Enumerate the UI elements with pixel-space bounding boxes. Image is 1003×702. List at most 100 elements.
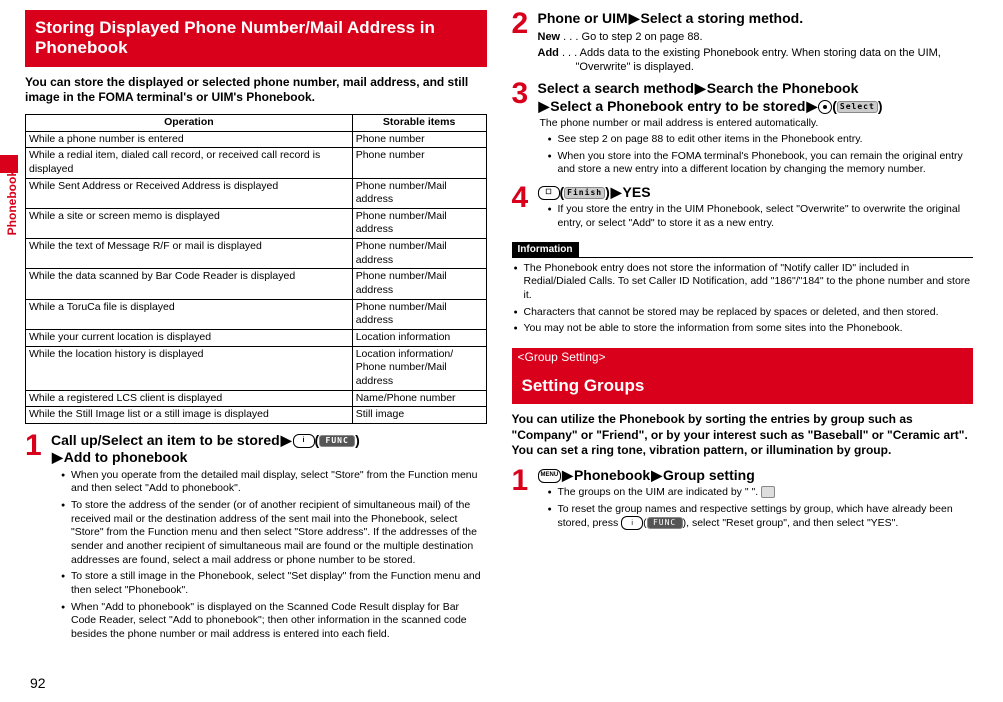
table-row: While a redial item, dialed call record,… — [26, 148, 487, 178]
info-key-icon: i — [293, 434, 315, 448]
table-cell-operation: While a ToruCa file is displayed — [26, 299, 353, 329]
table-cell-operation: While the data scanned by Bar Code Reade… — [26, 269, 353, 299]
step-number: 3 — [512, 80, 534, 180]
arrow-icon: ▶ — [281, 432, 292, 448]
step-notes: If you store the entry in the UIM Phoneb… — [538, 203, 974, 230]
arrow-icon: ▶ — [629, 10, 640, 26]
arrow-icon: ▶ — [562, 467, 573, 483]
information-block: Information The Phonebook entry does not… — [512, 242, 974, 336]
list-item: To store the address of the sender (or o… — [63, 499, 487, 567]
step-4: 4 ☐(Finish)▶YES If you store the entry i… — [512, 184, 974, 234]
arrow-icon: ▶ — [695, 80, 706, 96]
table-cell-operation: While a phone number is entered — [26, 131, 353, 148]
table-cell-storable: Phone number — [352, 131, 486, 148]
group-setting-section: <Group Setting> Setting Groups You can u… — [512, 348, 974, 534]
group-step-title-a: Phonebook — [574, 467, 650, 483]
table-head-storable: Storable items — [352, 114, 486, 131]
arrow-icon: ▶ — [539, 98, 550, 114]
step3-pretext: The phone number or mail address is ente… — [538, 117, 974, 131]
step3-line2a: Select a Phonebook entry to be stored — [550, 98, 805, 114]
step-title: ☐(Finish)▶YES — [538, 184, 974, 202]
step-title-part-b: Select a storing method. — [641, 10, 804, 26]
section-subheading: <Group Setting> — [512, 348, 974, 368]
table-row: While a ToruCa file is displayedPhone nu… — [26, 299, 487, 329]
menu-key-icon: MENU — [538, 469, 562, 483]
table-row: While the text of Message R/F or mail is… — [26, 239, 487, 269]
step-title: Phone or UIM▶Select a storing method. — [538, 10, 974, 28]
right-column: 2 Phone or UIM▶Select a storing method. … — [512, 10, 974, 648]
step-2: 2 Phone or UIM▶Select a storing method. … — [512, 10, 974, 76]
table-cell-operation: While the location history is displayed — [26, 346, 353, 390]
step-3: 3 Select a search method▶Search the Phon… — [512, 80, 974, 180]
table-cell-operation: While a site or screen memo is displayed — [26, 208, 353, 238]
definition-line: New . . . Go to step 2 on page 88. — [538, 30, 974, 44]
step3-line1b: Search the Phonebook — [707, 80, 859, 96]
arrow-icon: ▶ — [806, 98, 817, 114]
table-cell-operation: While the Still Image list or a still im… — [26, 407, 353, 424]
group-step-1: 1 MENU▶Phonebook▶Group setting The group… — [512, 467, 974, 534]
list-item: The Phonebook entry does not store the i… — [516, 262, 974, 303]
table-cell-operation: While Sent Address or Received Address i… — [26, 178, 353, 208]
step-number: 4 — [512, 184, 534, 234]
list-item: When you store into the FOMA terminal's … — [550, 150, 974, 177]
table-cell-storable: Phone number/Mail address — [352, 299, 486, 329]
page-columns: Storing Displayed Phone Number/Mail Addr… — [25, 10, 973, 648]
table-cell-storable: Phone number/Mail address — [352, 178, 486, 208]
table-cell-storable: Name/Phone number — [352, 390, 486, 407]
table-cell-storable: Phone number — [352, 148, 486, 178]
table-row: While the data scanned by Bar Code Reade… — [26, 269, 487, 299]
arrow-icon: ▶ — [651, 467, 662, 483]
table-cell-operation: While your current location is displayed — [26, 329, 353, 346]
func-pill-icon: FUNC — [647, 517, 683, 529]
step-number: 2 — [512, 10, 534, 76]
step-title-part-a: Phone or UIM — [538, 10, 628, 26]
step-title: Call up/Select an item to be stored▶i(FU… — [51, 432, 487, 467]
func-pill-icon: FUNC — [319, 435, 355, 447]
section-side-label: Phonebook — [5, 170, 21, 235]
table-cell-operation: While a registered LCS client is display… — [26, 390, 353, 407]
section-intro: You can utilize the Phonebook by sorting… — [512, 412, 974, 459]
list-item: To store a still image in the Phonebook,… — [63, 570, 487, 597]
table-cell-storable: Phone number/Mail address — [352, 239, 486, 269]
step-title: Select a search method▶Search the Phoneb… — [538, 80, 974, 115]
group-note-2-tail: select "Reset group", and then select "Y… — [692, 517, 898, 529]
step-notes: See step 2 on page 88 to edit other item… — [538, 133, 974, 177]
left-column: Storing Displayed Phone Number/Mail Addr… — [25, 10, 487, 648]
table-cell-operation: While the text of Message R/F or mail is… — [26, 239, 353, 269]
table-cell-storable: Phone number/Mail address — [352, 269, 486, 299]
table-row: While a phone number is enteredPhone num… — [26, 131, 487, 148]
list-item: When you operate from the detailed mail … — [63, 469, 487, 496]
step-1: 1 Call up/Select an item to be stored▶i(… — [25, 432, 487, 645]
list-item: If you store the entry in the UIM Phoneb… — [550, 203, 974, 230]
uim-group-icon — [761, 486, 775, 498]
step-notes: When you operate from the detailed mail … — [51, 469, 487, 642]
table-row: While Sent Address or Received Address i… — [26, 178, 487, 208]
operations-table: Operation Storable items While a phone n… — [25, 114, 487, 424]
step-number: 1 — [512, 467, 534, 534]
step-number: 1 — [25, 432, 47, 645]
list-item: When "Add to phonebook" is displayed on … — [63, 601, 487, 642]
list-item: The groups on the UIM are indicated by "… — [550, 486, 974, 500]
table-cell-storable: Still image — [352, 407, 486, 424]
information-list: The Phonebook entry does not store the i… — [512, 262, 974, 336]
table-cell-operation: While a redial item, dialed call record,… — [26, 148, 353, 178]
step4-yes: YES — [623, 184, 651, 200]
list-item: You may not be able to store the informa… — [516, 322, 974, 336]
table-row: While your current location is displayed… — [26, 329, 487, 346]
list-item: Characters that cannot be stored may be … — [516, 306, 974, 320]
step-title: MENU▶Phonebook▶Group setting — [538, 467, 974, 485]
camera-key-icon: ☐ — [538, 186, 560, 200]
center-key-icon — [818, 100, 832, 114]
arrow-icon: ▶ — [611, 184, 622, 200]
select-pill-icon: Select — [837, 101, 878, 113]
table-cell-storable: Location information — [352, 329, 486, 346]
step-notes: The groups on the UIM are indicated by "… — [538, 486, 974, 531]
table-row: While the Still Image list or a still im… — [26, 407, 487, 424]
table-row: While a site or screen memo is displayed… — [26, 208, 487, 238]
step3-line1a: Select a search method — [538, 80, 694, 96]
group-note-1: The groups on the UIM are indicated by "… — [558, 486, 759, 498]
arrow-icon: ▶ — [52, 449, 63, 465]
table-cell-storable: Location information/ Phone number/Mail … — [352, 346, 486, 390]
finish-pill-icon: Finish — [564, 187, 605, 199]
table-row: While a registered LCS client is display… — [26, 390, 487, 407]
